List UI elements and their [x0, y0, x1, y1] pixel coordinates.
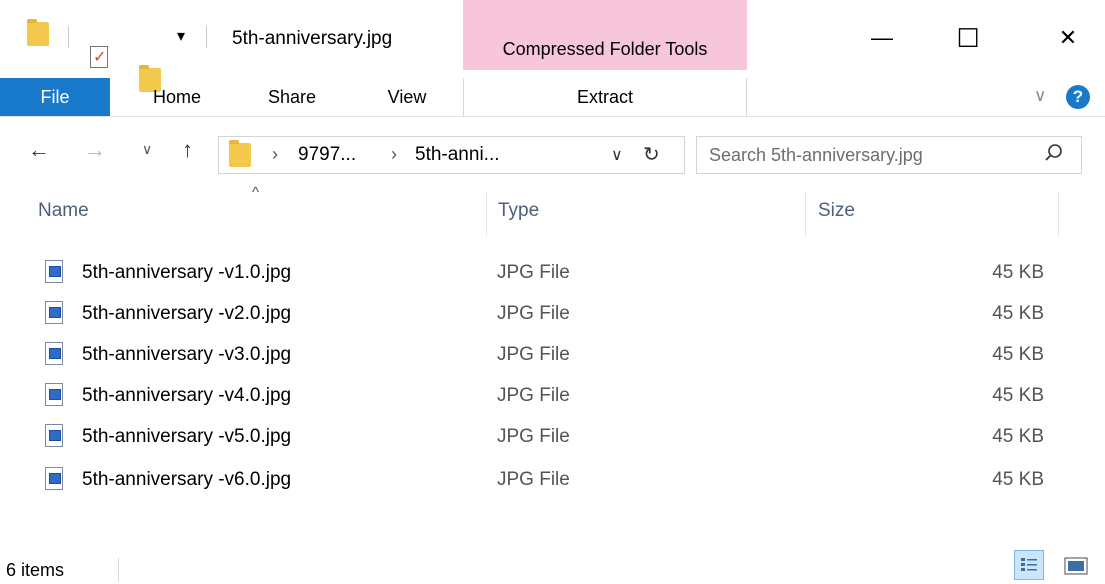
status-bar: 6 items [0, 548, 1105, 584]
tab-share[interactable]: Share [256, 78, 328, 116]
search-icon[interactable] [1043, 142, 1065, 169]
title-separator [206, 26, 207, 48]
minimize-button[interactable]: — [852, 18, 912, 58]
search-box[interactable] [696, 136, 1082, 174]
file-row[interactable]: 5th-anniversary -v4.0.jpg JPG File 45 KB [36, 375, 1056, 415]
file-type: JPG File [497, 344, 570, 365]
file-type: JPG File [497, 303, 570, 324]
file-name: 5th-anniversary -v1.0.jpg [82, 262, 292, 283]
help-icon[interactable]: ? [1066, 85, 1090, 109]
maximize-button[interactable]: ☐ [938, 18, 998, 58]
column-divider[interactable] [486, 192, 487, 236]
column-header-size[interactable]: Size [818, 200, 855, 222]
file-name: 5th-anniversary -v4.0.jpg [82, 385, 292, 406]
expand-ribbon-icon[interactable]: ∨ [1034, 86, 1046, 106]
address-history-dropdown-icon[interactable]: ∨ [611, 145, 623, 165]
ribbon-tab-bar: File Home Share View Extract ∨ ? [0, 78, 1105, 117]
tab-extract[interactable]: Extract [464, 78, 746, 116]
file-name: 5th-anniversary -v2.0.jpg [82, 303, 292, 324]
title-bar: ▾ 5th-anniversary.jpg Compressed Folder … [0, 0, 1105, 92]
address-folder-icon [229, 140, 251, 167]
back-arrow-icon[interactable]: ← [28, 137, 50, 163]
file-size: 45 KB [992, 426, 1044, 447]
file-size: 45 KB [992, 469, 1044, 490]
file-size: 45 KB [992, 262, 1044, 283]
recent-locations-chevron-icon[interactable]: ∨ [142, 141, 152, 158]
customize-quick-access-icon[interactable]: ▾ [177, 26, 185, 46]
column-divider[interactable] [805, 192, 806, 236]
sort-ascending-icon: ^ [252, 184, 260, 201]
contextual-tab-group-text: Compressed Folder Tools [502, 39, 708, 59]
search-input[interactable] [709, 143, 1029, 167]
file-type: JPG File [497, 426, 570, 447]
forward-arrow-icon[interactable]: → [84, 137, 106, 163]
refresh-icon[interactable]: ↻ [643, 142, 660, 167]
file-size: 45 KB [992, 385, 1044, 406]
address-bar[interactable]: › 9797... › 5th-anni... ∨ ↻ [218, 136, 685, 174]
file-size: 45 KB [992, 303, 1044, 324]
file-row[interactable]: 5th-anniversary -v1.0.jpg JPG File 45 KB [36, 252, 1056, 292]
file-row[interactable]: 5th-anniversary -v6.0.jpg JPG File 45 KB [36, 459, 1056, 499]
breadcrumb-item-current[interactable]: 5th-anni... [415, 144, 500, 166]
contextual-tab-group-label: Compressed Folder Tools [463, 0, 747, 70]
breadcrumb-separator: › [391, 144, 397, 164]
jpg-file-icon [45, 301, 63, 324]
properties-check-icon[interactable] [90, 46, 108, 68]
close-icon: ✕ [1058, 25, 1078, 50]
file-row[interactable]: 5th-anniversary -v2.0.jpg JPG File 45 KB [36, 293, 1056, 333]
title-separator [68, 26, 69, 48]
breadcrumb-item-parent[interactable]: 9797... [298, 144, 356, 166]
close-button[interactable]: ✕ [1038, 18, 1098, 58]
minimize-icon: — [871, 25, 893, 50]
jpg-file-icon [45, 424, 63, 447]
jpg-file-icon [45, 383, 63, 406]
jpg-file-icon [45, 260, 63, 283]
file-type: JPG File [497, 385, 570, 406]
folder-icon [27, 19, 49, 46]
column-divider[interactable] [1058, 192, 1059, 236]
file-row[interactable]: 5th-anniversary -v3.0.jpg JPG File 45 KB [36, 334, 1056, 374]
file-name: 5th-anniversary -v6.0.jpg [82, 469, 292, 490]
navigation-bar: ← → ∨ ↑ › 9797... › 5th-anni... ∨ ↻ [0, 117, 1105, 189]
status-divider [118, 558, 119, 582]
file-type: JPG File [497, 469, 570, 490]
file-name: 5th-anniversary -v5.0.jpg [82, 426, 292, 447]
tab-view[interactable]: View [376, 78, 438, 116]
column-header-name[interactable]: Name [38, 200, 89, 222]
large-icons-view-icon[interactable] [1064, 556, 1088, 581]
jpg-file-icon [45, 342, 63, 365]
details-view-icon[interactable] [1014, 550, 1044, 580]
tab-home[interactable]: Home [142, 78, 212, 116]
item-count: 6 items [6, 560, 65, 580]
file-size: 45 KB [992, 344, 1044, 365]
breadcrumb-separator: › [272, 144, 278, 164]
maximize-icon: ☐ [956, 22, 980, 53]
up-arrow-icon[interactable]: ↑ [182, 137, 193, 163]
column-header-type[interactable]: Type [498, 200, 539, 222]
file-row[interactable]: 5th-anniversary -v5.0.jpg JPG File 45 KB [36, 416, 1056, 456]
file-type: JPG File [497, 262, 570, 283]
tab-file[interactable]: File [0, 78, 110, 116]
contextual-tab-area: Extract [463, 78, 747, 117]
file-name: 5th-anniversary -v3.0.jpg [82, 344, 292, 365]
jpg-file-icon [45, 467, 63, 490]
window-title: 5th-anniversary.jpg [232, 28, 393, 49]
